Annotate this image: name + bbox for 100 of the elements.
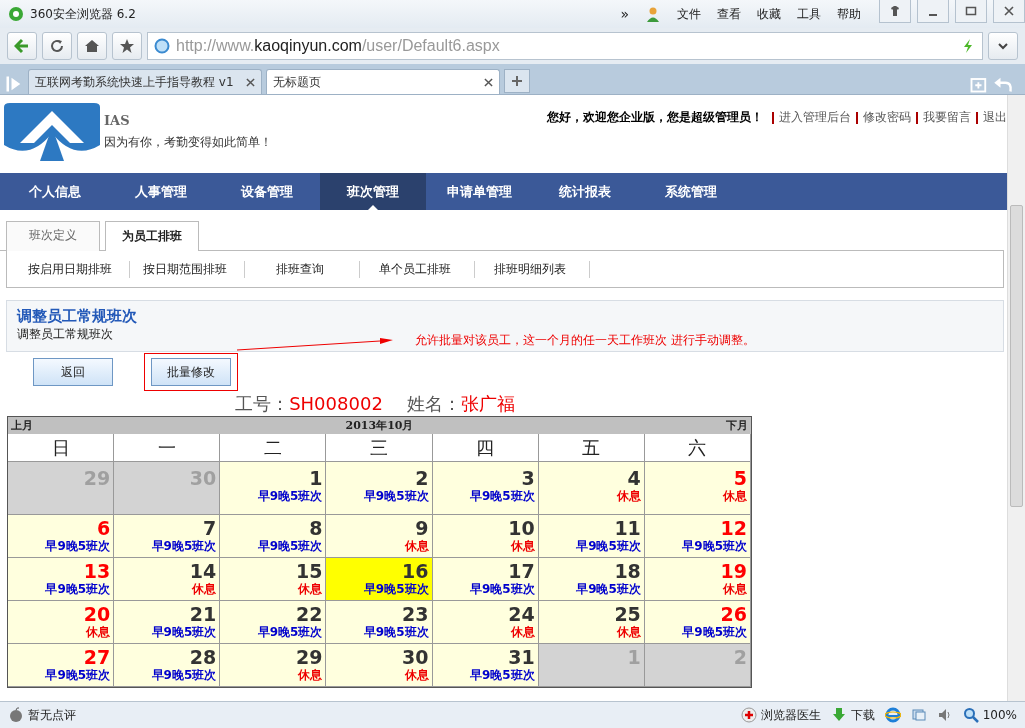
skin-button[interactable] xyxy=(879,0,911,23)
maximize-button[interactable] xyxy=(955,0,987,23)
calendar-day[interactable]: 19 休息 xyxy=(644,558,751,601)
calendar-day[interactable]: 7 早9晚5班次 xyxy=(114,515,221,558)
calendar-day[interactable]: 8 早9晚5班次 xyxy=(220,515,327,558)
calendar-day[interactable]: 13 早9晚5班次 xyxy=(8,558,115,601)
calendar-day[interactable]: 17 早9晚5班次 xyxy=(432,558,539,601)
address-field[interactable]: http://www.kaoqinyun.com/user/Default6.aspx xyxy=(147,32,983,60)
calendar-day[interactable]: 5 休息 xyxy=(644,462,751,515)
header-link[interactable]: 修改密码 xyxy=(863,109,911,126)
close-icon[interactable] xyxy=(246,77,255,87)
calendar-day[interactable]: 15 休息 xyxy=(220,558,327,601)
shift-label: 早9晚5班次 xyxy=(363,489,429,503)
calendar-day[interactable]: 14 休息 xyxy=(114,558,221,601)
minimize-button[interactable] xyxy=(917,0,949,23)
scrollbar[interactable] xyxy=(1007,95,1025,701)
calendar-day[interactable]: 10 休息 xyxy=(432,515,539,558)
globe-icon xyxy=(154,38,170,54)
calendar-day[interactable]: 31 早9晚5班次 xyxy=(432,644,539,687)
shift-label: 休息 xyxy=(86,625,111,639)
sub-nav-link[interactable]: 按启用日期排班 xyxy=(15,260,130,278)
tab[interactable]: 为员工排班 xyxy=(105,221,199,251)
download-icon[interactable] xyxy=(830,707,847,723)
sub-nav-link[interactable]: 单个员工排班 xyxy=(360,260,475,278)
tab[interactable]: 班次定义 xyxy=(6,221,100,251)
calendar-day[interactable]: 23 早9晚5班次 xyxy=(326,601,433,644)
menu-item[interactable]: 帮助 xyxy=(837,5,861,23)
maximize-icon xyxy=(965,5,977,17)
header-link[interactable]: 我要留言 xyxy=(923,109,971,126)
menu-item[interactable]: 工具 xyxy=(797,5,821,23)
calendar-day[interactable]: 22 早9晚5班次 xyxy=(220,601,327,644)
sub-nav-link[interactable]: 排班查询 xyxy=(245,260,360,278)
refresh-button[interactable] xyxy=(42,32,72,60)
back-button[interactable]: 返回 xyxy=(33,358,113,386)
browser-tab[interactable]: 无标题页 xyxy=(266,69,500,94)
calendar-day[interactable]: 25 休息 xyxy=(538,601,645,644)
prev-month-link[interactable]: 上月 xyxy=(11,418,33,433)
browser-tab[interactable]: 互联网考勤系统快速上手指导教程 v1 xyxy=(28,69,262,94)
download-link[interactable]: 下载 xyxy=(850,706,875,724)
calendar-day[interactable]: 29 休息 xyxy=(220,644,327,687)
batch-edit-button[interactable]: 批量修改 xyxy=(151,358,231,386)
calendar-day[interactable]: 30 休息 xyxy=(326,644,433,687)
caret-icon xyxy=(997,40,1009,52)
menu-item[interactable]: 文件 xyxy=(677,5,701,23)
back-button[interactable] xyxy=(7,32,37,60)
calendar-day[interactable]: 2 早9晚5班次 xyxy=(326,462,433,515)
shift-label: 休息 xyxy=(616,625,641,639)
calendar-day[interactable]: 16 早9晚5班次 xyxy=(326,558,433,601)
user-icon[interactable] xyxy=(645,6,661,22)
close-button[interactable] xyxy=(993,0,1025,23)
new-tab-button[interactable] xyxy=(504,69,530,93)
nav-item[interactable]: 系统管理 xyxy=(638,173,744,210)
first-aid-icon[interactable] xyxy=(740,707,757,723)
shift-label: 休息 xyxy=(404,539,429,553)
sub-nav-link[interactable]: 按日期范围排班 xyxy=(130,260,245,278)
header-link[interactable]: 进入管理后台 xyxy=(779,109,851,126)
zoom-level[interactable]: 100% xyxy=(982,708,1017,722)
calendar-day[interactable]: 6 早9晚5班次 xyxy=(8,515,115,558)
browser-doctor-link[interactable]: 浏览器医生 xyxy=(760,706,821,724)
nav-item[interactable]: 统计报表 xyxy=(532,173,638,210)
calendar-day[interactable]: 28 早9晚5班次 xyxy=(114,644,221,687)
calendar-day[interactable]: 26 早9晚5班次 xyxy=(644,601,751,644)
calendar-day[interactable]: 24 休息 xyxy=(432,601,539,644)
shift-label: 早9晚5班次 xyxy=(470,489,535,503)
shift-label: 休息 xyxy=(616,489,641,503)
calendar-day[interactable]: 27 早9晚5班次 xyxy=(8,644,115,687)
calendar-day[interactable]: 12 早9晚5班次 xyxy=(644,515,751,558)
menu-item[interactable]: 收藏 xyxy=(757,5,781,23)
calendar-day[interactable]: 11 早9晚5班次 xyxy=(538,515,645,558)
speaker-icon[interactable] xyxy=(936,707,953,723)
day-number: 11 xyxy=(614,517,641,539)
shift-label: 早9晚5班次 xyxy=(470,668,535,682)
windows-icon[interactable] xyxy=(910,707,927,723)
shift-label: 早9晚5班次 xyxy=(151,625,217,639)
calendar-day[interactable]: 3 早9晚5班次 xyxy=(432,462,539,515)
calendar-day[interactable]: 20 休息 xyxy=(8,601,115,644)
nav-item[interactable]: 设备管理 xyxy=(214,173,320,210)
header-link[interactable]: 退出 xyxy=(983,109,1007,126)
review-status[interactable]: 暂无点评 xyxy=(28,706,76,724)
nav-item[interactable]: 班次管理 xyxy=(320,173,426,210)
dropdown-button[interactable] xyxy=(988,32,1018,60)
calendar-day[interactable]: 21 早9晚5班次 xyxy=(114,601,221,644)
sub-nav-link[interactable]: 排班明细列表 xyxy=(475,260,590,278)
calendar-day[interactable]: 9 休息 xyxy=(326,515,433,558)
next-month-link[interactable]: 下月 xyxy=(726,418,748,433)
menu-item[interactable]: 查看 xyxy=(717,5,741,23)
day-number: 10 xyxy=(508,517,535,539)
calendar-day[interactable]: 1 早9晚5班次 xyxy=(220,462,327,515)
nav-item[interactable]: 人事管理 xyxy=(108,173,214,210)
nav-item[interactable]: 个人信息 xyxy=(2,173,108,210)
more-button[interactable]: » xyxy=(620,6,629,22)
home-button[interactable] xyxy=(77,32,107,60)
calendar-day[interactable]: 18 早9晚5班次 xyxy=(538,558,645,601)
day-number: 31 xyxy=(508,646,535,668)
close-icon[interactable] xyxy=(484,77,493,87)
search-icon[interactable] xyxy=(962,707,979,723)
nav-item[interactable]: 申请单管理 xyxy=(426,173,532,210)
favorite-button[interactable] xyxy=(112,32,142,60)
calendar-day[interactable]: 4 休息 xyxy=(538,462,645,515)
shirt-icon xyxy=(889,5,901,17)
